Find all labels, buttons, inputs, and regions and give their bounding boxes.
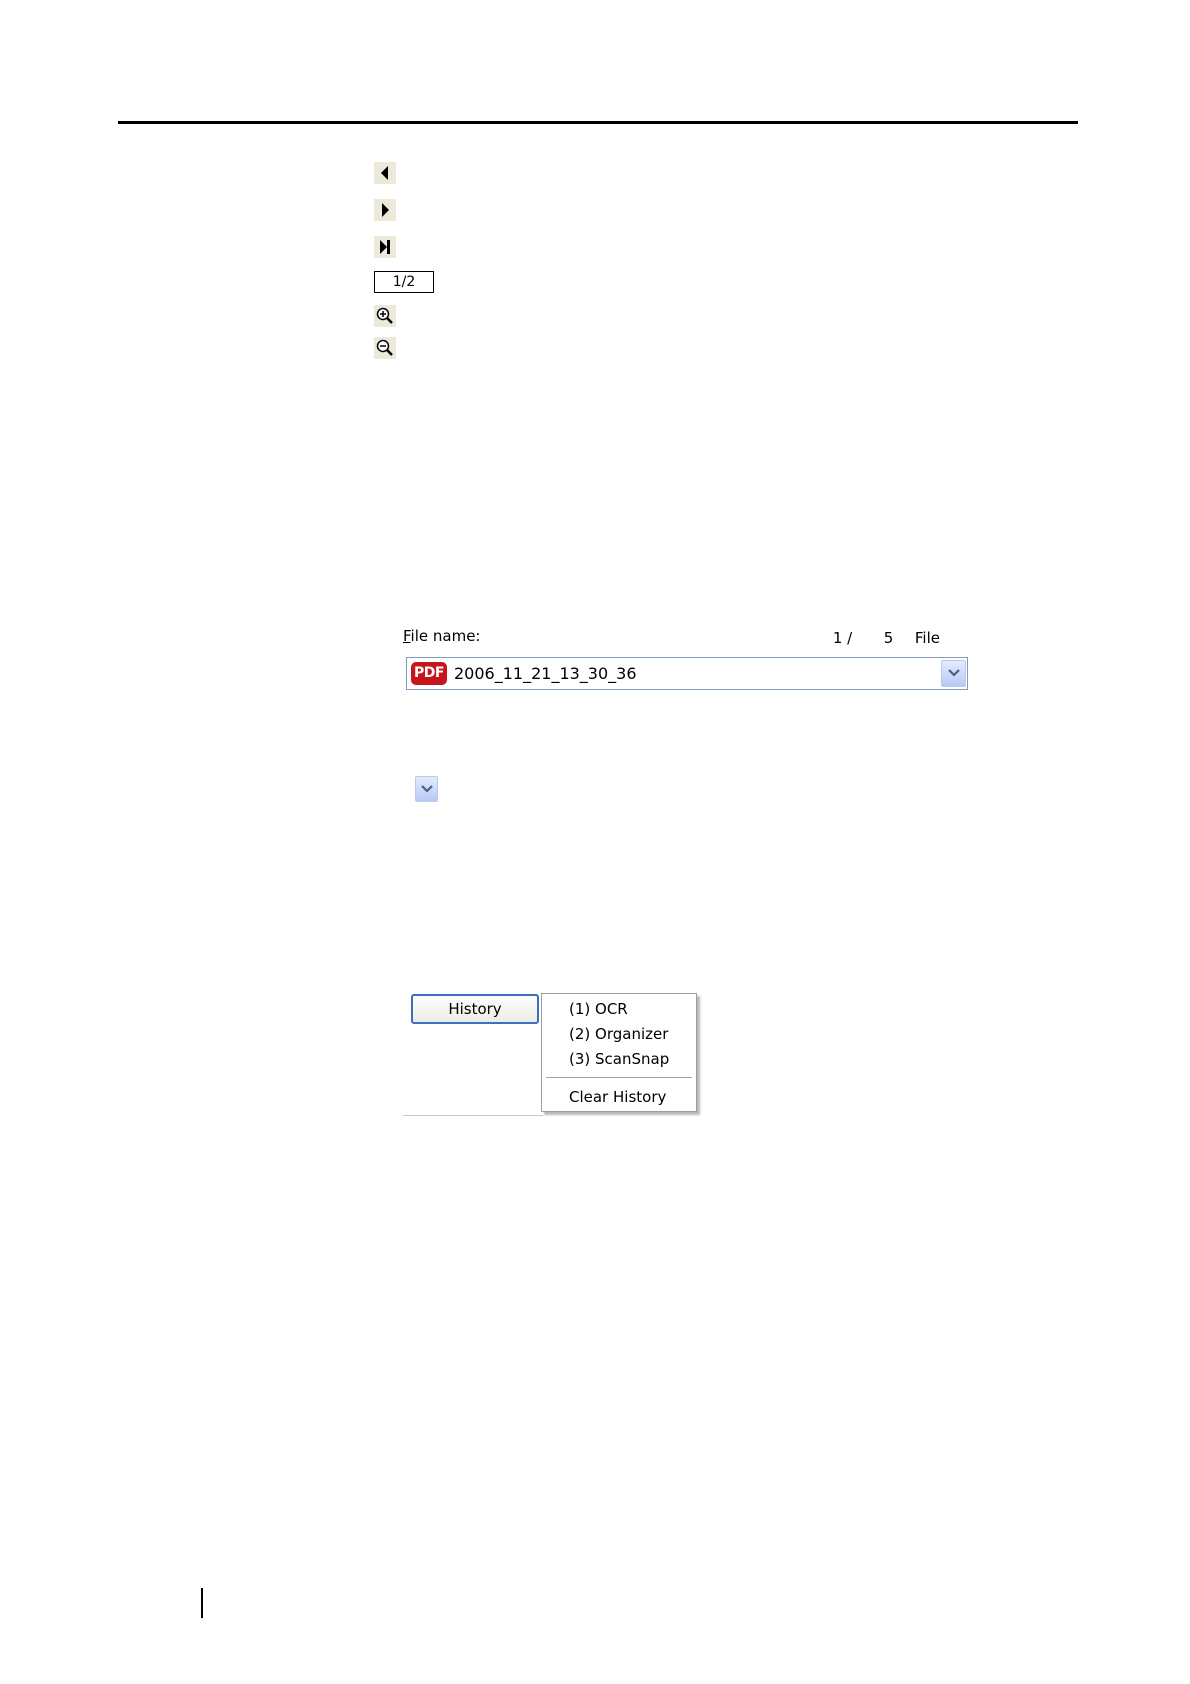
previous-page-icon [381, 166, 388, 180]
chevron-down-icon [947, 669, 960, 677]
file-name-value: 2006_11_21_13_30_36 [454, 664, 637, 683]
history-menu: (1) OCR (2) Organizer (3) ScanSnap Clear… [541, 993, 697, 1112]
menu-separator [546, 1077, 692, 1078]
previous-page-button[interactable] [374, 162, 396, 184]
page-indicator: 1/2 [374, 271, 434, 293]
zoom-out-button[interactable] [374, 337, 396, 359]
last-page-icon [380, 240, 390, 254]
zoom-in-icon [376, 307, 393, 324]
next-page-button[interactable] [374, 199, 396, 221]
history-menu-item-scansnap[interactable]: (3) ScanSnap [569, 1050, 669, 1068]
next-page-icon [382, 203, 389, 217]
history-divider [403, 1115, 543, 1116]
zoom-out-icon [376, 339, 393, 356]
file-name-combobox[interactable]: PDF 2006_11_21_13_30_36 [406, 657, 968, 690]
footer-mark [201, 1588, 203, 1618]
pdf-file-icon: PDF [411, 662, 447, 685]
history-menu-item-ocr[interactable]: (1) OCR [569, 1000, 628, 1018]
chevron-down-icon [420, 785, 433, 793]
clear-history-menu-item[interactable]: Clear History [569, 1088, 666, 1106]
history-menu-item-organizer[interactable]: (2) Organizer [569, 1025, 668, 1043]
file-counter-total: 5 [883, 629, 894, 647]
header-rule [118, 121, 1078, 124]
history-button[interactable]: History [411, 994, 539, 1024]
last-page-button[interactable] [374, 236, 396, 258]
file-counter-unit: File [914, 629, 940, 647]
file-counter: 1 / 5 File [833, 629, 940, 647]
file-name-dropdown-button[interactable] [941, 660, 966, 687]
file-name-label: File name: [403, 627, 481, 645]
zoom-in-button[interactable] [374, 305, 396, 327]
dropdown-arrow-button[interactable] [415, 776, 438, 802]
file-counter-current: 1 / [832, 629, 853, 647]
file-name-panel: File name: 1 / 5 File PDF 2006_11_21_13_… [403, 625, 968, 693]
